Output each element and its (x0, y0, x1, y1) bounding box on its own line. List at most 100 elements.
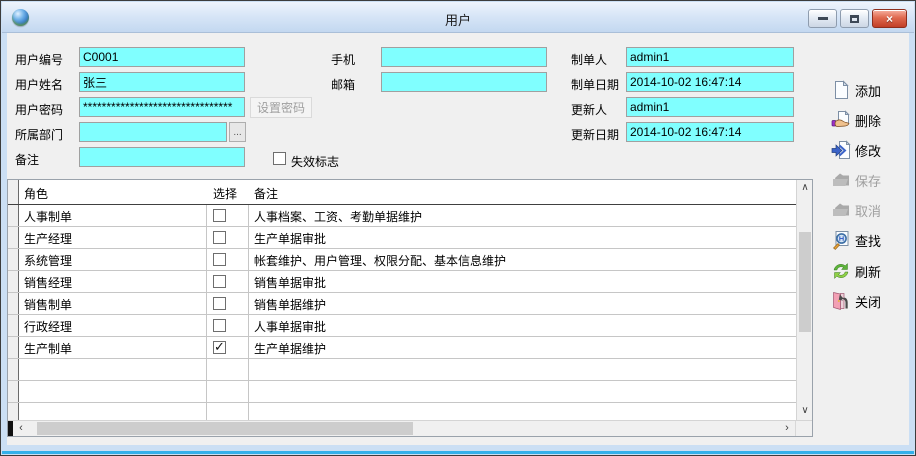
role-select-checkbox[interactable] (213, 319, 226, 332)
save-icon (831, 170, 851, 190)
close-door-icon (831, 291, 851, 311)
row-selector[interactable] (8, 293, 19, 314)
minimize-icon (818, 17, 828, 20)
row-selector[interactable] (8, 337, 19, 358)
row-selector[interactable] (8, 249, 19, 270)
remark-cell: 人事单据审批 (249, 315, 796, 336)
remark-cell: 销售单据审批 (249, 271, 796, 292)
delete-button[interactable]: 删除 (831, 109, 881, 131)
horizontal-scroll-thumb[interactable] (37, 422, 413, 435)
maximize-icon (850, 15, 859, 23)
role-cell: 销售经理 (19, 271, 207, 292)
row-selector[interactable] (8, 315, 19, 336)
creator-label: 制单人 (571, 51, 607, 68)
titlebar[interactable]: 用户 × (2, 2, 914, 33)
table-row[interactable]: 系统管理 帐套维护、用户管理、权限分配、基本信息维护 (8, 249, 796, 271)
vertical-scrollbar[interactable]: ∧ ∨ (796, 180, 812, 420)
remark-field[interactable] (79, 147, 245, 167)
vertical-scroll-thumb[interactable] (799, 232, 811, 332)
remark-cell: 帐套维护、用户管理、权限分配、基本信息维护 (249, 249, 796, 270)
scroll-left-icon[interactable]: ‹ (13, 421, 29, 436)
row-selector[interactable] (8, 271, 19, 292)
column-header-role[interactable]: 角色 (19, 180, 207, 204)
table-row[interactable]: 生产经理 生产单据审批 (8, 227, 796, 249)
role-cell: 系统管理 (19, 249, 207, 270)
save-button[interactable]: 保存 (831, 169, 881, 191)
close-form-button[interactable]: 关闭 (831, 290, 881, 312)
modify-icon (831, 140, 851, 160)
update-date-field[interactable] (626, 122, 794, 142)
maximize-button[interactable] (840, 9, 869, 28)
role-cell: 生产制单 (19, 337, 207, 358)
find-button[interactable]: 查找 (831, 229, 881, 251)
add-button[interactable]: 添加 (831, 79, 881, 101)
department-browse-button[interactable]: ... (229, 122, 246, 142)
scroll-up-icon[interactable]: ∧ (797, 180, 813, 197)
cancel-icon (831, 200, 851, 220)
email-label: 邮箱 (331, 76, 355, 93)
role-select-checkbox[interactable] (213, 341, 226, 354)
user-name-field[interactable] (79, 72, 245, 92)
invalid-flag-checkbox[interactable] (273, 152, 286, 165)
empty-table-row (8, 403, 796, 420)
table-row[interactable]: 生产制单 生产单据维护 (8, 337, 796, 359)
updater-label: 更新人 (571, 101, 607, 118)
remark-label: 备注 (15, 151, 39, 168)
close-button[interactable]: × (872, 9, 907, 28)
role-select-checkbox[interactable] (213, 231, 226, 244)
remark-cell: 销售单据维护 (249, 293, 796, 314)
remark-cell: 生产单据维护 (249, 337, 796, 358)
set-password-button[interactable]: 设置密码 (250, 97, 312, 118)
column-header-remark[interactable]: 备注 (249, 180, 796, 204)
find-icon (831, 230, 851, 250)
role-cell: 销售制单 (19, 293, 207, 314)
column-header-select[interactable]: 选择 (207, 180, 249, 204)
close-x-icon: × (886, 12, 893, 26)
delete-icon (831, 110, 851, 130)
user-code-field[interactable] (79, 47, 245, 67)
empty-table-row (8, 359, 796, 381)
table-row[interactable]: 人事制单 人事档案、工资、考勤单据维护 (8, 205, 796, 227)
mobile-field[interactable] (381, 47, 547, 67)
invalid-flag-label: 失效标志 (291, 153, 339, 170)
refresh-button[interactable]: 刷新 (831, 260, 881, 282)
role-select-checkbox[interactable] (213, 253, 226, 266)
table-row[interactable]: 行政经理 人事单据审批 (8, 315, 796, 337)
password-label: 用户密码 (15, 101, 63, 118)
role-select-checkbox[interactable] (213, 209, 226, 222)
table-header-row: 角色 选择 备注 (8, 180, 796, 205)
horizontal-scrollbar[interactable]: ‹ › (8, 420, 812, 436)
refresh-icon (831, 261, 851, 281)
window-bottom-accent (2, 451, 914, 454)
row-selector[interactable] (8, 227, 19, 248)
modify-button[interactable]: 修改 (831, 139, 881, 161)
roles-table: 角色 选择 备注 人事制单 人事档案、工资、考勤单据维护 生产经理 生产单据审批 (7, 179, 813, 437)
creator-field[interactable] (626, 47, 794, 67)
row-selector[interactable] (8, 205, 19, 226)
cancel-button[interactable]: 取消 (831, 199, 881, 221)
password-field[interactable] (79, 97, 245, 117)
table-row[interactable]: 销售经理 销售单据审批 (8, 271, 796, 293)
role-cell: 人事制单 (19, 205, 207, 226)
department-field[interactable] (79, 122, 227, 142)
remark-cell: 人事档案、工资、考勤单据维护 (249, 205, 796, 226)
roles-grid: 角色 选择 备注 人事制单 人事档案、工资、考勤单据维护 生产经理 生产单据审批 (8, 180, 796, 420)
updater-field[interactable] (626, 97, 794, 117)
role-select-checkbox[interactable] (213, 297, 226, 310)
create-date-field[interactable] (626, 72, 794, 92)
empty-table-row (8, 381, 796, 403)
minimize-button[interactable] (808, 9, 837, 28)
email-field[interactable] (381, 72, 547, 92)
scroll-down-icon[interactable]: ∨ (797, 403, 813, 420)
update-date-label: 更新日期 (571, 126, 619, 143)
table-row[interactable]: 销售制单 销售单据维护 (8, 293, 796, 315)
user-dialog-window: 用户 × 用户编号 用户姓名 用户密码 设置密码 所属部门 ... 备注 手机 … (0, 0, 916, 456)
add-icon (831, 80, 851, 100)
create-date-label: 制单日期 (571, 76, 619, 93)
user-name-label: 用户姓名 (15, 76, 63, 93)
remark-cell: 生产单据审批 (249, 227, 796, 248)
scroll-right-icon[interactable]: › (779, 421, 795, 436)
row-selector-header (8, 180, 19, 204)
role-cell: 生产经理 (19, 227, 207, 248)
role-select-checkbox[interactable] (213, 275, 226, 288)
